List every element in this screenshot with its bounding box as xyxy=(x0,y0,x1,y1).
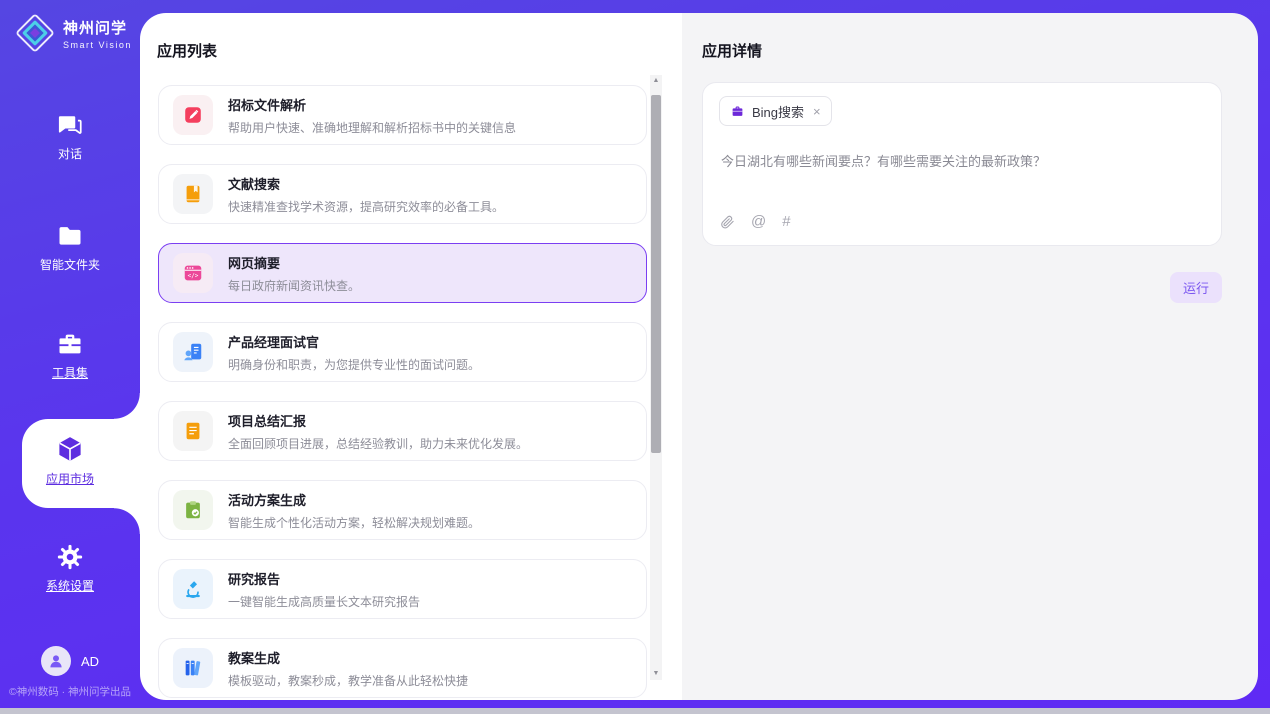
app-card-bid-analysis[interactable]: 招标文件解析 帮助用户快速、准确地理解和解析招标书中的关键信息 xyxy=(158,85,647,145)
sidebar-item-settings[interactable]: 系统设置 xyxy=(0,543,140,594)
list-scrollbar[interactable]: ▲ ▼ xyxy=(650,75,662,680)
app-card-description: 快速精准查找学术资源，提高研究效率的必备工具。 xyxy=(228,198,504,215)
app-detail-panel: 应用详情 Bing搜索 × 今日湖北有哪些新闻要点？有哪些需要关注的最新政策？ … xyxy=(682,13,1258,700)
app-card-description: 模板驱动，教案秒成，教学准备从此轻松快捷 xyxy=(228,672,468,689)
tool-tag-bing-search[interactable]: Bing搜索 × xyxy=(719,96,832,126)
app-card-description: 一键智能生成高质量长文本研究报告 xyxy=(228,593,420,610)
app-card-title: 招标文件解析 xyxy=(228,95,516,114)
scroll-up-arrow-icon[interactable]: ▲ xyxy=(650,75,662,87)
briefcase-icon xyxy=(730,104,745,119)
sidebar-item-label: 工具集 xyxy=(0,364,140,381)
tag-close-icon[interactable]: × xyxy=(813,104,821,119)
prompt-card: Bing搜索 × 今日湖北有哪些新闻要点？有哪些需要关注的最新政策？ @ # xyxy=(702,82,1222,246)
sidebar-item-chat[interactable]: 对话 xyxy=(0,111,140,162)
query-input[interactable]: 今日湖北有哪些新闻要点？有哪些需要关注的最新政策？ xyxy=(721,151,1201,170)
edit-document-icon xyxy=(173,95,213,135)
report-document-icon xyxy=(173,411,213,451)
clipboard-check-icon xyxy=(173,490,213,530)
logo-diamond-icon xyxy=(14,12,56,54)
app-card-title: 研究报告 xyxy=(228,569,420,588)
app-logo: 神州问学 Smart Vision xyxy=(14,12,132,54)
app-card-title: 教案生成 xyxy=(228,648,468,667)
app-card-description: 智能生成个性化活动方案，轻松解决规划难题。 xyxy=(228,514,480,531)
main-content: 应用列表 招标文件解析 帮助用户快速、准确地理解和解析招标书中的关键信息 xyxy=(140,13,1258,700)
sidebar: 神州问学 Smart Vision 对话 智能文件夹 xyxy=(0,0,140,708)
brand-subtitle: Smart Vision xyxy=(63,40,132,50)
app-card-lesson-plan[interactable]: 教案生成 模板驱动，教案秒成，教学准备从此轻松快捷 xyxy=(158,638,647,698)
app-card-description: 帮助用户快速、准确地理解和解析招标书中的关键信息 xyxy=(228,119,516,136)
window-bottom-edge xyxy=(0,708,1270,714)
app-detail-title: 应用详情 xyxy=(702,40,762,61)
mention-icon[interactable]: @ xyxy=(751,214,766,230)
sidebar-item-label: 智能文件夹 xyxy=(0,256,140,273)
app-card-description: 每日政府新闻资讯快查。 xyxy=(228,277,360,294)
paperclip-icon[interactable] xyxy=(720,214,735,230)
app-list-panel: 应用列表 招标文件解析 帮助用户快速、准确地理解和解析招标书中的关键信息 xyxy=(140,13,682,700)
app-card-project-summary[interactable]: 项目总结汇报 全面回顾项目进展，总结经验教训，助力未来优化发展。 xyxy=(158,401,647,461)
sidebar-item-label: 对话 xyxy=(0,145,140,162)
brand-name: 神州问学 xyxy=(63,17,132,38)
tool-tag-label: Bing搜索 xyxy=(752,102,804,121)
app-card-title: 文献搜索 xyxy=(228,174,504,193)
avatar xyxy=(41,646,71,676)
input-toolbar: @ # xyxy=(720,214,791,230)
app-card-description: 全面回顾项目进展，总结经验教训，助力未来优化发展。 xyxy=(228,435,528,452)
books-icon xyxy=(173,648,213,688)
cube-icon xyxy=(55,434,85,464)
hashtag-icon[interactable]: # xyxy=(782,214,790,230)
app-card-title: 项目总结汇报 xyxy=(228,411,528,430)
chat-icon xyxy=(56,111,84,139)
user-account[interactable]: AD xyxy=(0,646,140,676)
user-name: AD xyxy=(81,654,99,669)
run-button[interactable]: 运行 xyxy=(1170,272,1222,303)
app-card-activity-plan[interactable]: 活动方案生成 智能生成个性化活动方案，轻松解决规划难题。 xyxy=(158,480,647,540)
app-card-title: 网页摘要 xyxy=(228,253,360,272)
app-card-title: 产品经理面试官 xyxy=(228,332,480,351)
app-card-description: 明确身份和职责，为您提供专业性的面试问题。 xyxy=(228,356,480,373)
sidebar-item-toolset[interactable]: 工具集 xyxy=(0,330,140,381)
sidebar-item-label: 应用市场 xyxy=(0,470,140,487)
svg-text:</>: </> xyxy=(188,272,199,279)
app-card-research-report[interactable]: 研究报告 一键智能生成高质量长文本研究报告 xyxy=(158,559,647,619)
toolbox-icon xyxy=(56,330,84,358)
copyright-text: ©神州数码 · 神州问学出品 xyxy=(0,684,140,699)
browser-code-icon: </> xyxy=(173,253,213,293)
app-card-literature-search[interactable]: 文献搜索 快速精准查找学术资源，提高研究效率的必备工具。 xyxy=(158,164,647,224)
app-card-title: 活动方案生成 xyxy=(228,490,480,509)
person-icon xyxy=(47,652,65,670)
book-icon xyxy=(173,174,213,214)
folder-icon xyxy=(56,222,84,250)
sidebar-item-smart-folder[interactable]: 智能文件夹 xyxy=(0,222,140,273)
app-list-title: 应用列表 xyxy=(157,40,217,61)
app-window: 神州问学 Smart Vision 对话 智能文件夹 xyxy=(0,0,1270,714)
scrollbar-thumb[interactable] xyxy=(651,95,661,453)
sidebar-item-label: 系统设置 xyxy=(0,577,140,594)
app-card-web-summary[interactable]: </> 网页摘要 每日政府新闻资讯快查。 xyxy=(158,243,647,303)
microscope-icon xyxy=(173,569,213,609)
sidebar-item-app-market[interactable]: 应用市场 xyxy=(0,434,140,487)
app-card-list: 招标文件解析 帮助用户快速、准确地理解和解析招标书中的关键信息 文献搜索 xyxy=(158,85,647,700)
app-card-pm-interviewer[interactable]: 产品经理面试官 明确身份和职责，为您提供专业性的面试问题。 xyxy=(158,322,647,382)
interviewer-icon xyxy=(173,332,213,372)
scroll-down-arrow-icon[interactable]: ▼ xyxy=(650,668,662,680)
gear-icon xyxy=(56,543,84,571)
